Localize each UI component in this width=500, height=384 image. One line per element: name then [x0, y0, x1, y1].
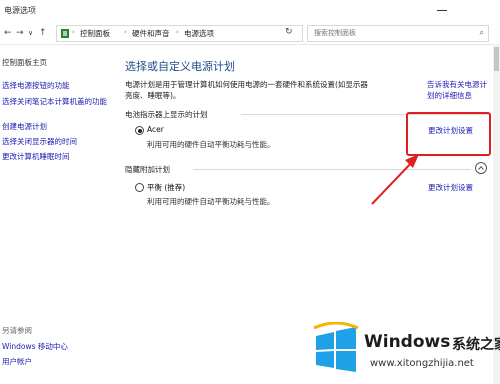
watermark-site-name: 系统之家 [452, 337, 500, 353]
watermark-url: www.xitongzhijia.net [370, 358, 474, 369]
watermark: Windows 系统之家 www.xitongzhijia.net [310, 318, 500, 384]
windows-logo-icon [313, 322, 359, 372]
watermark-brand: Windows [364, 332, 451, 352]
